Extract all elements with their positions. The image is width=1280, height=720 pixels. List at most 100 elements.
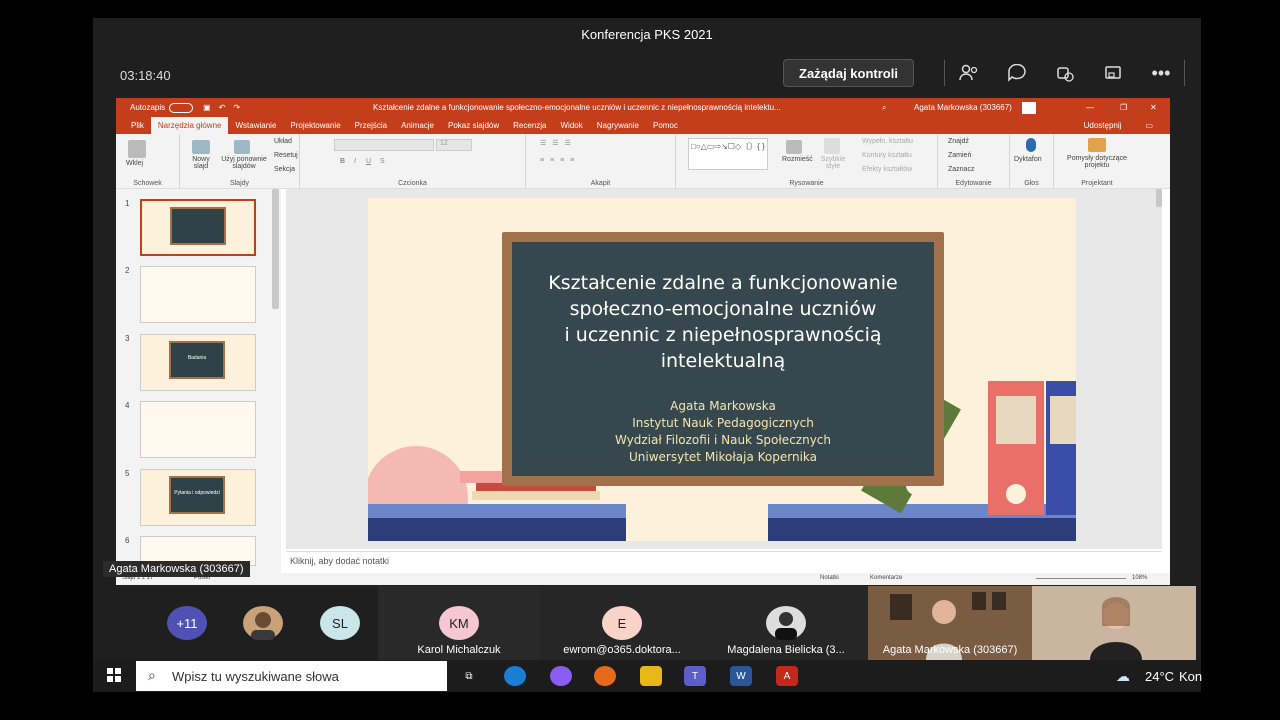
word-icon[interactable]: W (730, 666, 752, 686)
chalkboard: Kształcenie zdalne a funkcjonowanie społ… (502, 232, 944, 486)
zoom-slider[interactable] (1036, 578, 1126, 579)
font-family-select[interactable] (334, 139, 434, 151)
more-participants-badge[interactable]: +11 (167, 606, 207, 640)
file-explorer-icon[interactable] (640, 666, 662, 686)
firefox-icon[interactable] (594, 666, 616, 686)
comments-icon[interactable]: ▭ (1138, 121, 1160, 130)
search-icon[interactable]: ⌕ (882, 103, 886, 113)
redo-icon[interactable]: ↷ (233, 103, 240, 112)
slide-thumbnail-1[interactable] (140, 199, 256, 256)
windows-start-icon[interactable] (107, 668, 121, 682)
tab-animations[interactable]: Animacje (394, 121, 441, 130)
tab-insert[interactable]: Wstawianie (228, 121, 283, 130)
bold-icon[interactable]: B (340, 158, 345, 165)
comments-toggle[interactable]: Komentarze (870, 575, 902, 581)
teams-icon[interactable]: T (684, 666, 706, 686)
current-slide[interactable]: Kształcenie zdalne a funkcjonowanie społ… (368, 198, 1076, 541)
shapes-gallery-icon[interactable]: □○△▭⇨↘☐◇〔〕{ } (688, 138, 768, 170)
section-button[interactable]: Sekcja (274, 166, 295, 173)
thumbnail-number: 4 (125, 401, 130, 410)
underline-icon[interactable]: U (366, 158, 371, 165)
browser-icon[interactable] (550, 666, 572, 686)
weather-icon[interactable]: ☁ (1116, 668, 1130, 685)
new-slide-icon (192, 140, 210, 154)
tab-slideshow[interactable]: Pokaz slajdów (441, 121, 506, 130)
quick-styles-button[interactable]: Szybkie style (820, 156, 846, 170)
avatar[interactable]: SL (320, 606, 360, 640)
zoom-level[interactable]: 108% (1132, 575, 1147, 581)
restore-icon[interactable]: ❐ (1120, 103, 1127, 112)
save-icon[interactable]: ▣ (203, 103, 211, 112)
slide-thumbnail-3[interactable]: Badania (140, 334, 256, 391)
undo-icon[interactable]: ↶ (219, 103, 226, 112)
arrange-button[interactable]: Rozmieść (782, 156, 813, 163)
font-size-select[interactable]: 12 (436, 139, 472, 151)
clipboard-group: Wklej Schowek (116, 134, 180, 189)
tab-help[interactable]: Pomoc (646, 121, 685, 130)
participants-strip: +11 SL KM Karol Michalczuk E ewrom@o365.… (93, 586, 1201, 660)
close-icon[interactable]: ✕ (1150, 103, 1157, 112)
slide-thumbnail-2[interactable] (140, 266, 256, 323)
notes-toggle[interactable]: Notatki (820, 575, 839, 581)
share-screen-icon[interactable] (1099, 59, 1127, 87)
video-feed (1090, 597, 1142, 660)
select-button[interactable]: Zaznacz (948, 166, 974, 173)
tab-review[interactable]: Recenzja (506, 121, 553, 130)
chat-icon[interactable] (1003, 59, 1031, 87)
dictate-button[interactable]: Dyktafon (1014, 156, 1042, 163)
shape-outline-button[interactable]: Kontury kształtu (862, 152, 912, 159)
notes-pane[interactable]: Kliknij, aby dodać notatki (286, 551, 1162, 569)
participant-video-tile[interactable]: Agata Markowska (303667) (868, 586, 1032, 660)
reactions-icon[interactable] (1051, 59, 1079, 87)
reset-button[interactable]: Resetuj (274, 152, 298, 159)
tab-transitions[interactable]: Przejścia (348, 121, 394, 130)
tab-recording[interactable]: Nagrywanie (590, 121, 646, 130)
design-ideas-button[interactable]: Pomysły dotyczące projektu (1058, 155, 1136, 169)
task-view-icon[interactable]: ⧉ (458, 666, 480, 686)
slide-scrollbar[interactable] (1156, 189, 1162, 207)
tab-home[interactable]: Narzędzia główne (150, 117, 229, 134)
find-button[interactable]: Znajdź (948, 138, 969, 145)
paste-icon (128, 140, 146, 158)
thumbnails-scrollbar[interactable] (272, 189, 279, 309)
slide-thumbnail-5[interactable]: Pytania i odpowiedzi (140, 469, 256, 526)
author-line: Instytut Nauk Pedagogicznych (632, 416, 814, 430)
edge-icon[interactable] (504, 666, 526, 686)
new-slide-button[interactable]: Nowy slajd (188, 156, 214, 170)
acrobat-icon[interactable]: A (776, 666, 798, 686)
layout-button[interactable]: Układ (274, 138, 292, 145)
avatar[interactable] (1022, 101, 1036, 114)
participants-icon[interactable] (955, 59, 983, 87)
title-line: Kształcenie zdalne a funkcjonowanie (548, 272, 898, 294)
participant-tile[interactable]: Magdalena Bielicka (3... (704, 586, 868, 660)
shared-powerpoint-window: Autozapis ▣ ↶ ↷ Kształcenie zdalne a fun… (116, 98, 1170, 585)
more-options-icon[interactable]: ••• (1147, 59, 1175, 87)
slide-thumbnail-4[interactable] (140, 401, 256, 458)
strikethrough-icon[interactable]: S (380, 158, 385, 165)
autosave-toggle[interactable] (169, 102, 194, 113)
tab-view[interactable]: Widok (554, 121, 590, 130)
title-line: i uczennic z niepełnosprawnością (564, 324, 882, 346)
weather-temperature[interactable]: 24°C (1145, 669, 1174, 684)
share-button[interactable]: Udostępnij (1077, 121, 1129, 130)
author-line: Agata Markowska (670, 399, 776, 413)
minimize-icon[interactable]: — (1086, 103, 1094, 112)
shape-fill-button[interactable]: Wypełn. kształtu (862, 138, 913, 145)
shape-effects-button[interactable]: Efekty kształtów (862, 166, 912, 173)
list-icons[interactable]: ☰☰☰ (540, 139, 577, 147)
participant-tile[interactable]: E ewrom@o365.doktora... (540, 586, 704, 660)
tab-file[interactable]: Plik (124, 121, 151, 130)
taskbar-search-input[interactable]: ⌕ Wpisz tu wyszukiwane słowa (136, 661, 447, 691)
align-icons[interactable]: ≡≡≡≡ (540, 157, 580, 164)
participant-video-tile[interactable] (1032, 586, 1196, 660)
participant-tile[interactable]: KM Karol Michalczuk (378, 586, 540, 660)
tab-design[interactable]: Projektowanie (283, 121, 347, 130)
paste-button[interactable]: Wklej (126, 160, 143, 167)
request-control-button[interactable]: Zażądaj kontroli (783, 59, 914, 87)
avatar[interactable] (243, 606, 283, 640)
italic-icon[interactable]: I (354, 158, 356, 165)
reuse-slides-button[interactable]: Użyj ponownie slajdów (216, 156, 272, 170)
windows-taskbar: ⌕ Wpisz tu wyszukiwane słowa ⧉ T W A ☁ 2… (93, 660, 1202, 692)
replace-button[interactable]: Zamień (948, 152, 971, 159)
slide-author-block: Agata Markowska Instytut Nauk Pedagogicz… (512, 398, 934, 466)
